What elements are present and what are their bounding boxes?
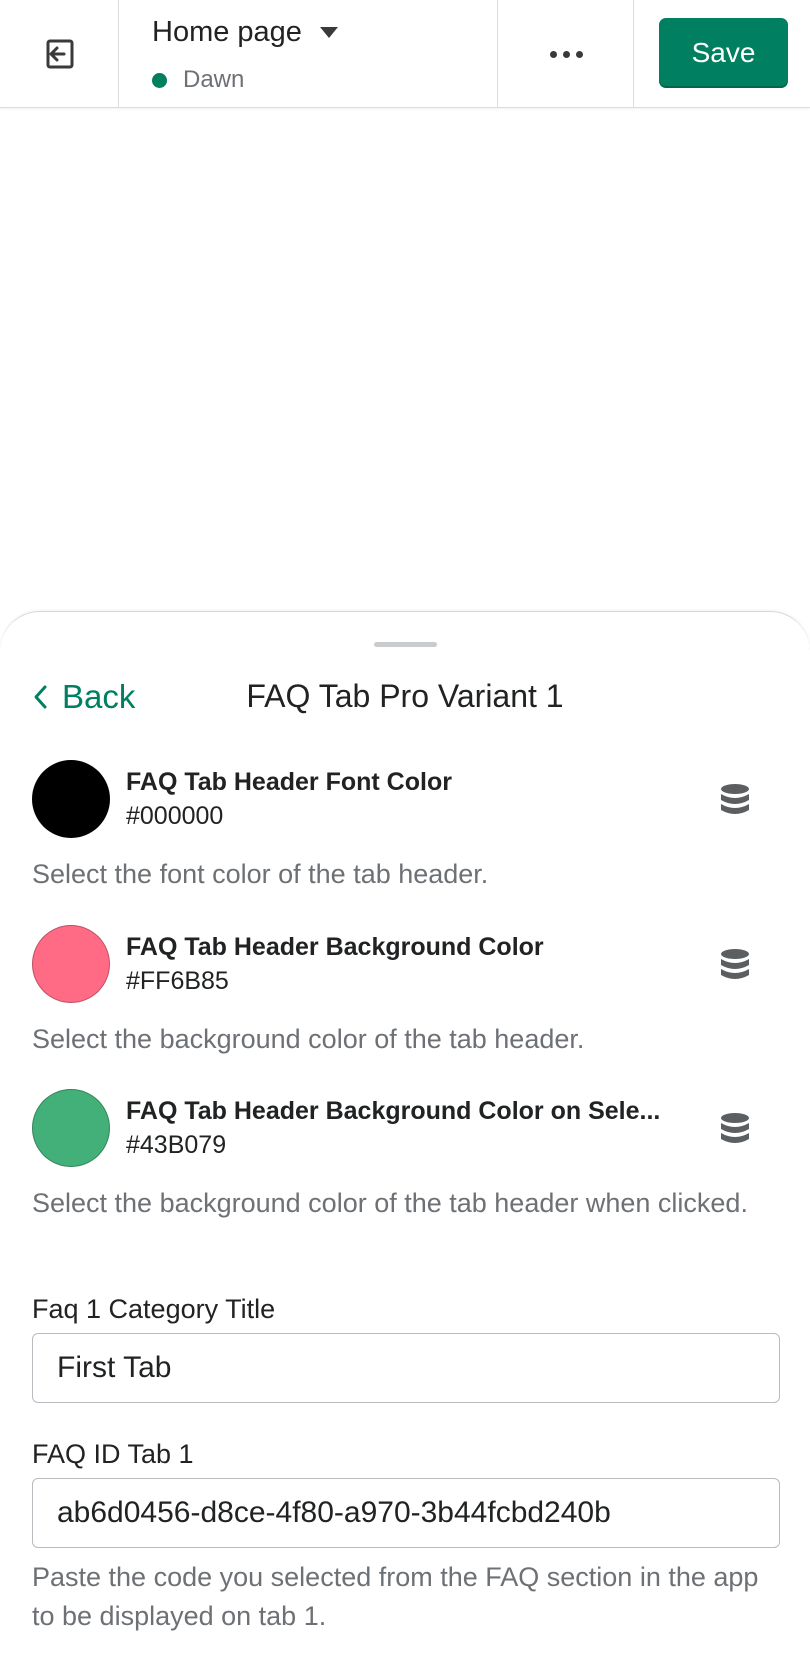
category-title-label: Faq 1 Category Title (32, 1294, 276, 1324)
caret-down-icon (319, 27, 338, 38)
save-button[interactable]: Save (659, 18, 788, 88)
setting-value: #FF6B85 (126, 967, 229, 995)
faq-id-help-text: Paste the code you selected from the FAQ… (32, 1562, 759, 1631)
category-title-input[interactable] (32, 1333, 780, 1403)
back-button[interactable]: Back (32, 678, 135, 716)
more-horizontal-icon (549, 50, 557, 58)
setting-label: FAQ Tab Header Background Color on Sele.… (126, 1097, 661, 1125)
faq-id-label: FAQ ID Tab 1 (32, 1439, 194, 1469)
exit-button[interactable] (0, 0, 119, 108)
back-label: Back (62, 678, 136, 715)
more-actions-button[interactable] (499, 0, 634, 108)
setting-label: FAQ Tab Header Font Color (126, 768, 452, 796)
database-icon[interactable] (718, 1111, 752, 1147)
color-swatch[interactable] (32, 1089, 110, 1167)
database-icon[interactable] (718, 947, 752, 983)
setting-help-text: Select the background color of the tab h… (32, 1024, 585, 1054)
setting-value: #43B079 (126, 1131, 227, 1159)
setting-help-text: Select the font color of the tab header. (32, 859, 489, 889)
setting-help-text: Select the background color of the tab h… (32, 1188, 748, 1218)
chevron-left-icon (34, 685, 47, 709)
page-selector[interactable]: Home page Dawn (120, 0, 498, 108)
theme-status-dot (152, 72, 167, 88)
editor-topbar: Home page Dawn Save (0, 0, 810, 108)
theme-name: Dawn (183, 66, 245, 93)
color-swatch[interactable] (32, 925, 110, 1003)
sheet-drag-handle[interactable] (374, 642, 437, 647)
settings-sheet: FAQ Tab Pro Variant 1 Back FAQ Tab Heade… (0, 611, 810, 1668)
setting-value: #000000 (126, 802, 224, 830)
setting-label: FAQ Tab Header Background Color (126, 933, 544, 961)
color-swatch[interactable] (32, 760, 110, 838)
exit-icon (46, 39, 74, 69)
faq-id-input[interactable] (32, 1478, 780, 1548)
database-icon[interactable] (718, 782, 752, 818)
page-title: Home page (152, 16, 302, 48)
